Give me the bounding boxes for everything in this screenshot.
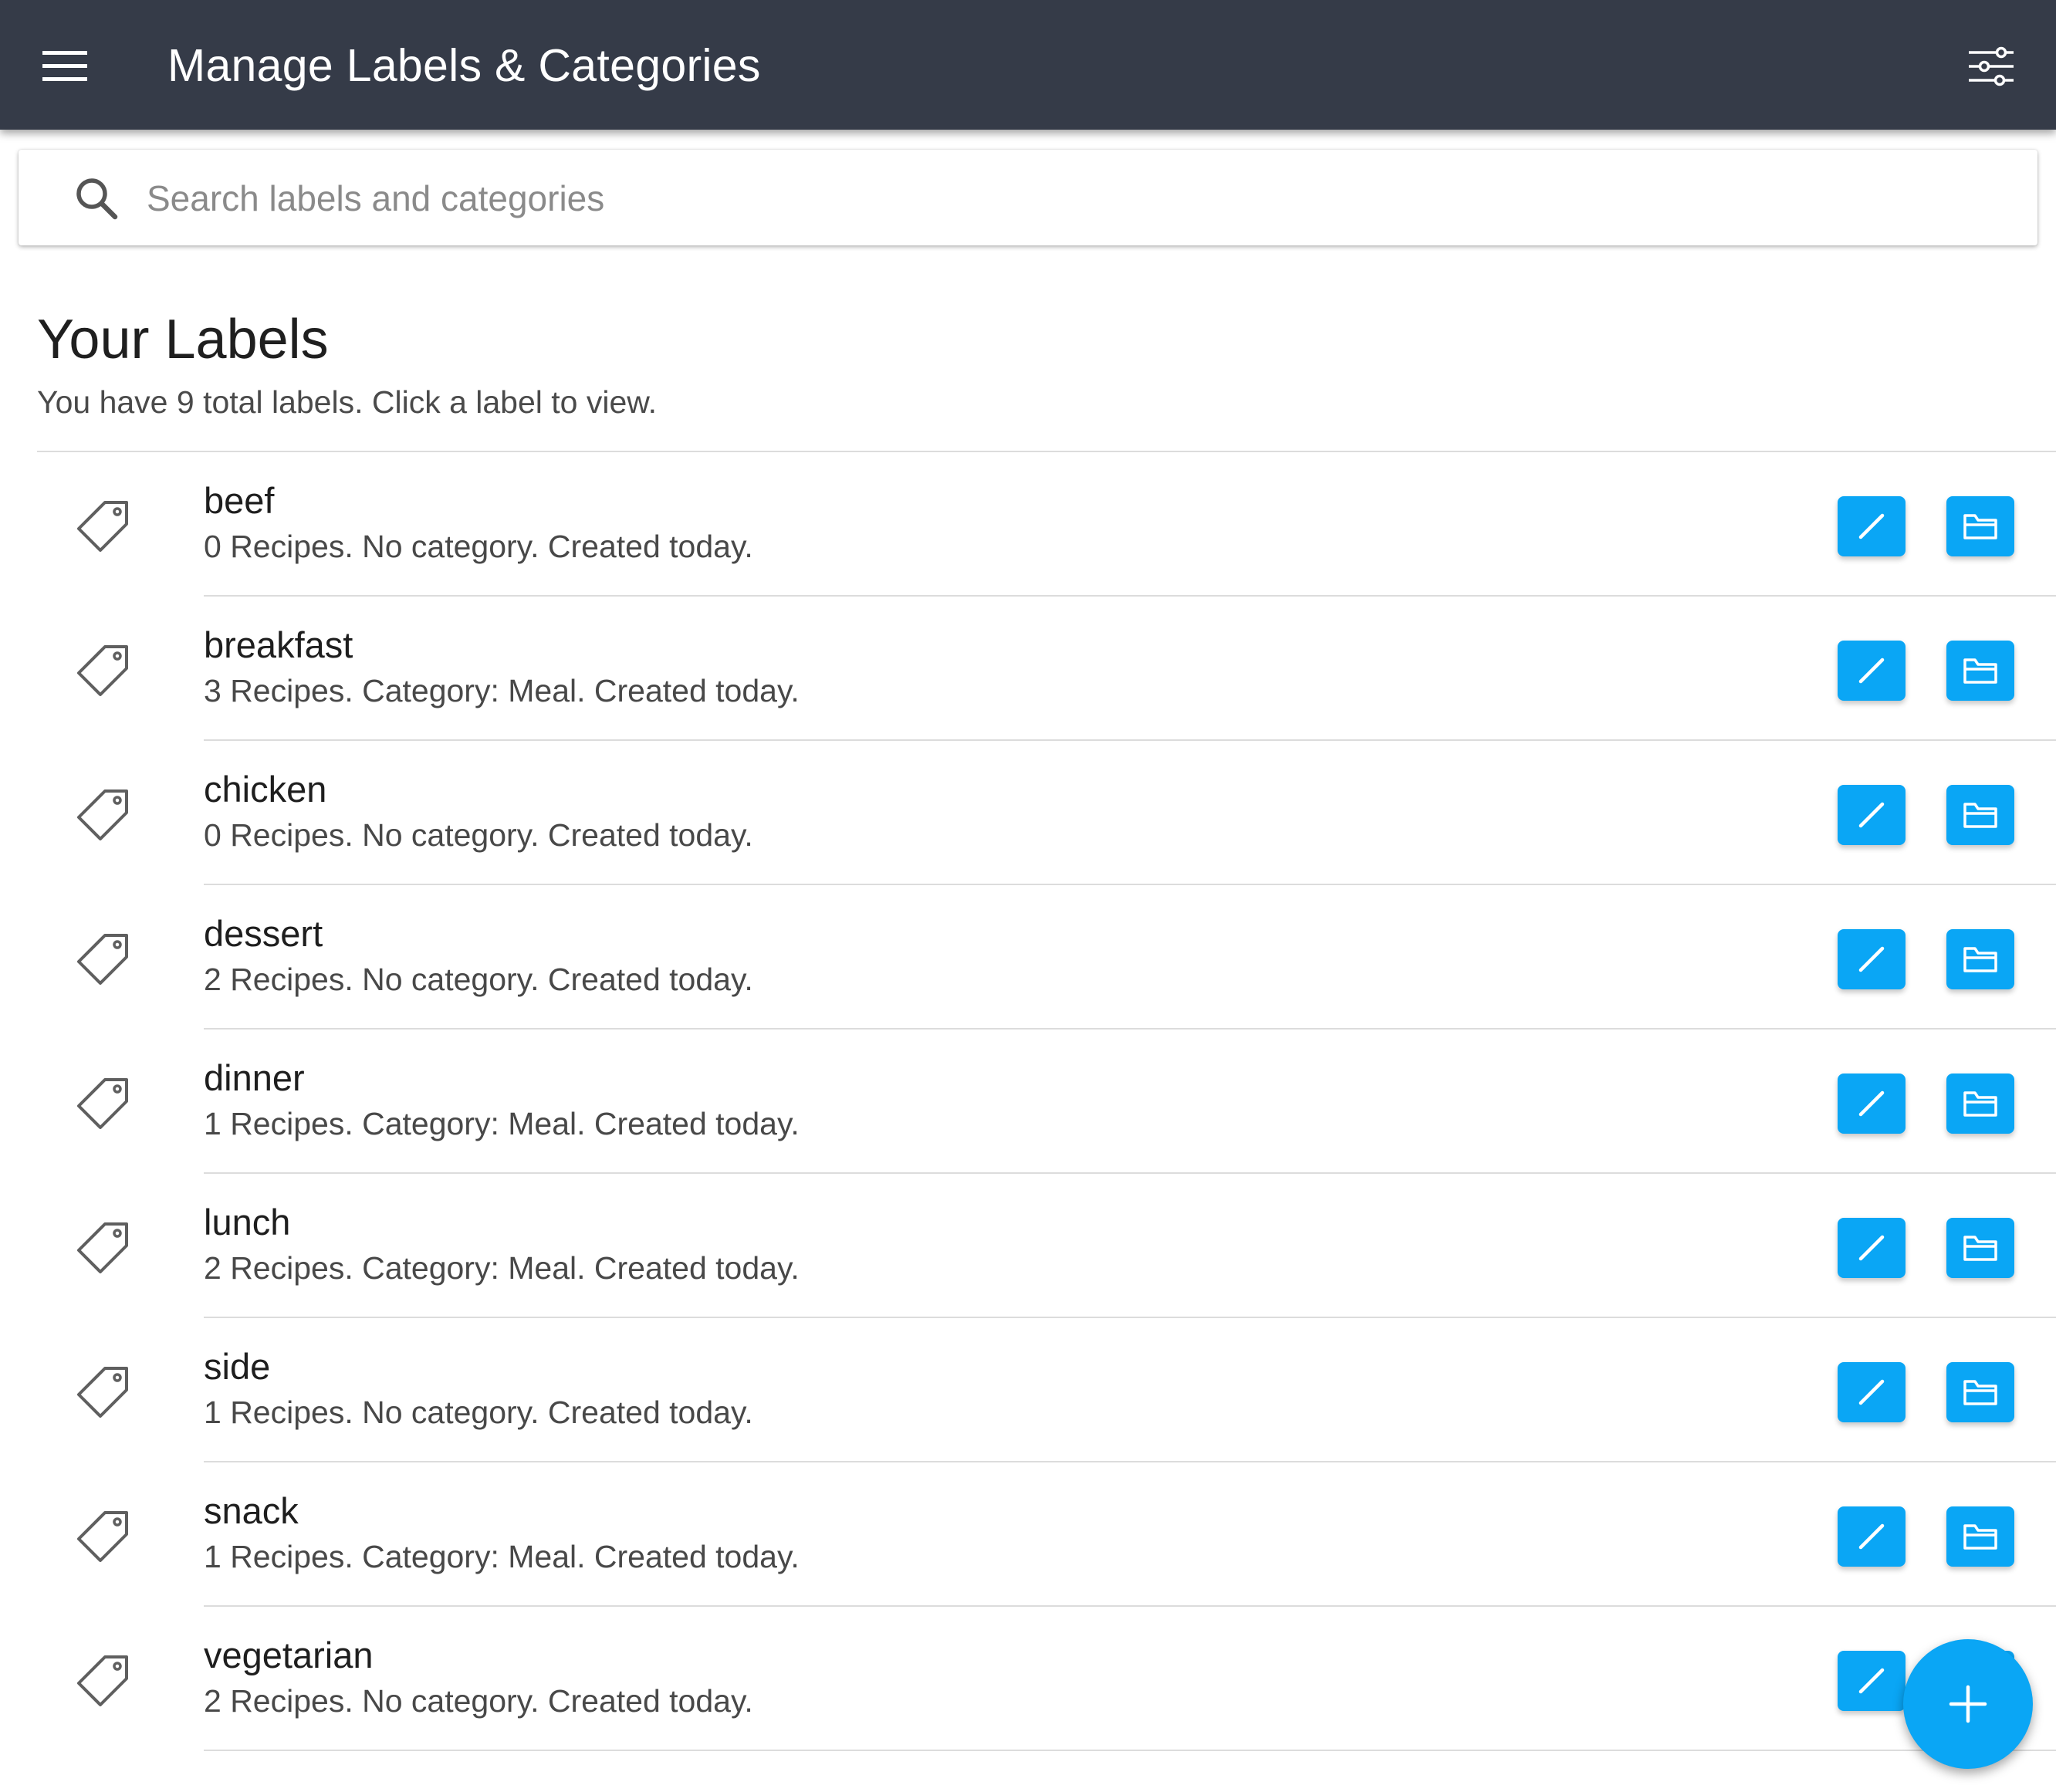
folder-icon [1963, 947, 1997, 972]
page-title: Manage Labels & Categories [167, 40, 761, 91]
assign-category-button[interactable] [1946, 785, 2014, 845]
edit-label-button[interactable] [1838, 929, 1906, 989]
list-item[interactable]: lunch 2 Recipes. Category: Meal. Created… [37, 1174, 2056, 1318]
folder-icon [1963, 658, 1997, 684]
label-name: vegetarian [204, 1635, 374, 1675]
pencil-icon [1858, 946, 1885, 972]
assign-category-button[interactable] [1946, 641, 2014, 701]
assign-category-button[interactable] [1946, 1362, 2014, 1422]
label-details: 3 Recipes. Category: Meal. Created today… [204, 673, 800, 708]
edit-label-button[interactable] [1838, 1218, 1906, 1278]
section-title: Your Labels [37, 309, 329, 370]
pencil-icon [1858, 1668, 1885, 1694]
tag-icon [77, 1367, 128, 1418]
pencil-icon [1858, 513, 1885, 539]
assign-category-button[interactable] [1946, 929, 2014, 989]
app-toolbar: Manage Labels & Categories [0, 0, 2056, 130]
label-name: snack [204, 1490, 299, 1531]
pencil-icon [1858, 802, 1885, 828]
edit-label-button[interactable] [1838, 785, 1906, 845]
label-name: lunch [204, 1202, 291, 1243]
tag-icon [77, 1078, 128, 1129]
folder-icon [1963, 514, 1997, 539]
edit-label-button[interactable] [1838, 641, 1906, 701]
label-details: 1 Recipes. Category: Meal. Created today… [204, 1539, 800, 1574]
tag-icon [77, 1655, 128, 1706]
assign-category-button[interactable] [1946, 1506, 2014, 1567]
tag-icon [77, 645, 128, 696]
add-label-fab[interactable] [1903, 1639, 2033, 1769]
pencil-icon [1858, 1235, 1885, 1261]
label-details: 0 Recipes. No category. Created today. [204, 817, 753, 853]
edit-label-button[interactable] [1838, 496, 1906, 556]
tag-icon [77, 1511, 128, 1562]
search-bar [19, 150, 2037, 245]
pencil-icon [1858, 1379, 1885, 1405]
tag-icon [77, 1222, 128, 1273]
label-details: 1 Recipes. No category. Created today. [204, 1395, 753, 1430]
label-name: side [204, 1346, 271, 1387]
tag-icon [77, 501, 128, 552]
pencil-icon [1858, 1523, 1885, 1550]
list-item[interactable]: chicken 0 Recipes. No category. Created … [37, 741, 2056, 885]
label-name: dinner [204, 1057, 305, 1098]
list-item[interactable]: dinner 1 Recipes. Category: Meal. Create… [37, 1030, 2056, 1174]
section-subtitle: You have 9 total labels. Click a label t… [37, 384, 658, 420]
list-item[interactable]: beef 0 Recipes. No category. Created tod… [37, 452, 2056, 597]
folder-icon [1963, 1524, 1997, 1550]
label-details: 2 Recipes. No category. Created today. [204, 1683, 753, 1719]
search-input[interactable] [145, 165, 2000, 232]
folder-icon [1963, 1236, 1997, 1261]
pencil-icon [1858, 1090, 1885, 1117]
assign-category-button[interactable] [1946, 1074, 2014, 1134]
tag-icon [77, 934, 128, 985]
label-details: 0 Recipes. No category. Created today. [204, 529, 753, 564]
label-name: dessert [204, 913, 323, 954]
edit-label-button[interactable] [1838, 1506, 1906, 1567]
label-details: 2 Recipes. No category. Created today. [204, 962, 753, 997]
label-details: 2 Recipes. Category: Meal. Created today… [204, 1250, 800, 1286]
menu-button[interactable] [26, 28, 103, 105]
label-name: beef [204, 480, 275, 521]
edit-label-button[interactable] [1838, 1651, 1906, 1711]
filter-settings-button[interactable] [1953, 28, 2030, 105]
tag-icon [77, 789, 128, 840]
search-icon[interactable] [73, 174, 120, 222]
list-item[interactable]: vegetarian 2 Recipes. No category. Creat… [37, 1607, 2056, 1751]
folder-icon [1963, 1091, 1997, 1117]
sliders-filter-icon [1969, 46, 2014, 86]
label-name: chicken [204, 769, 327, 810]
list-item[interactable]: dessert 2 Recipes. No category. Created … [37, 885, 2056, 1030]
folder-icon [1963, 1380, 1997, 1405]
plus-icon [1949, 1685, 1987, 1723]
labels-list: beef 0 Recipes. No category. Created tod… [37, 451, 2056, 1751]
list-item[interactable]: snack 1 Recipes. Category: Meal. Created… [37, 1462, 2056, 1607]
list-item[interactable]: side 1 Recipes. No category. Created tod… [37, 1318, 2056, 1462]
folder-icon [1963, 803, 1997, 828]
label-details: 1 Recipes. Category: Meal. Created today… [204, 1106, 800, 1141]
assign-category-button[interactable] [1946, 1218, 2014, 1278]
list-item[interactable]: breakfast 3 Recipes. Category: Meal. Cre… [37, 597, 2056, 741]
hamburger-menu-icon [42, 51, 87, 81]
edit-label-button[interactable] [1838, 1074, 1906, 1134]
pencil-icon [1858, 658, 1885, 684]
assign-category-button[interactable] [1946, 496, 2014, 556]
label-name: breakfast [204, 624, 353, 665]
edit-label-button[interactable] [1838, 1362, 1906, 1422]
